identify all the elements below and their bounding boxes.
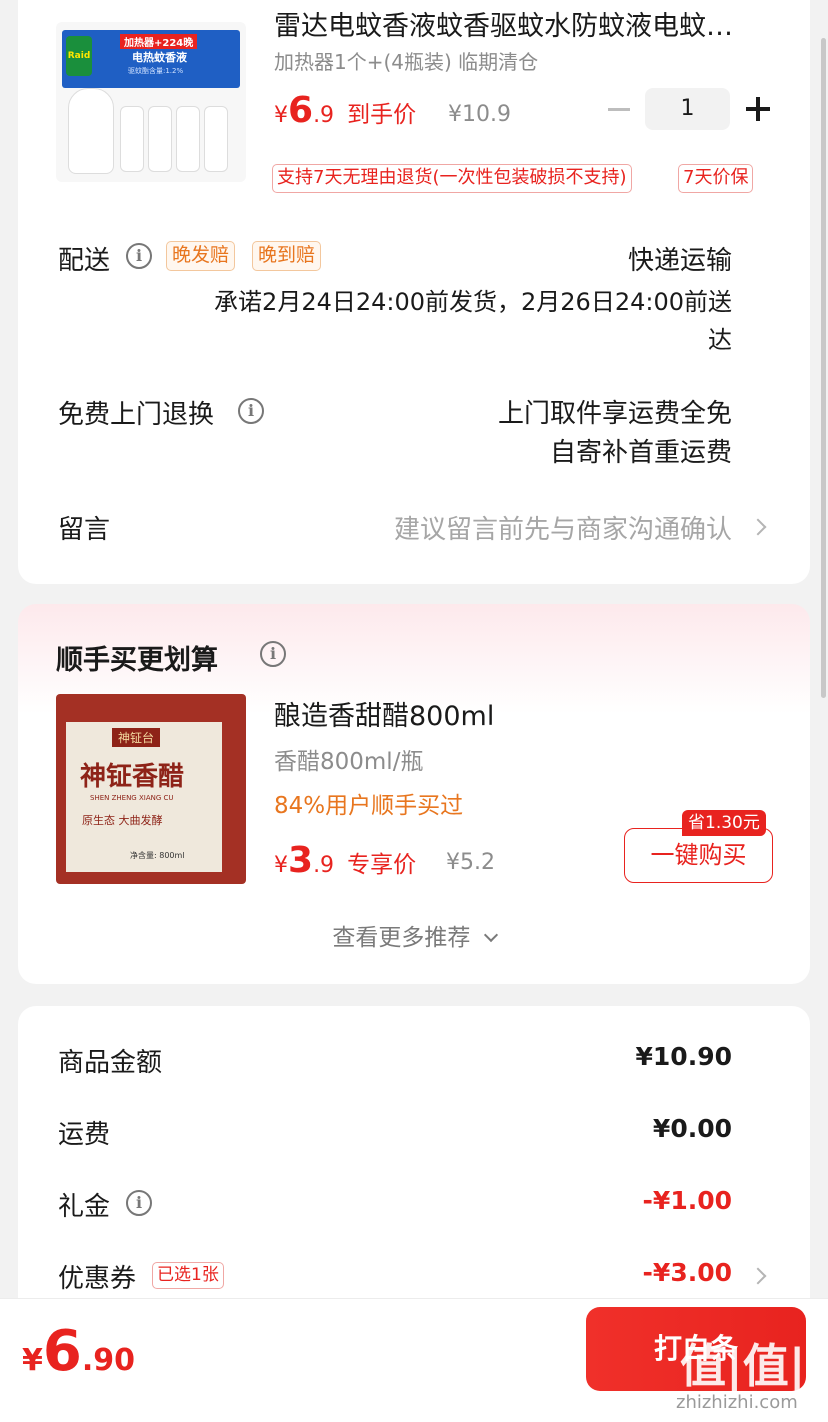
chevron-down-icon [483,927,498,943]
return-service-label: 免费上门退换 [58,400,215,430]
bottle-shape [148,106,172,172]
return-policy-tag: 支持7天无理由退货(一次性包装破损不支持) [272,164,632,193]
price-int: 6 [288,90,314,131]
late-ship-badge: 晚发赔 [166,241,236,271]
shipping-fee-value: ¥0.00 [652,1114,732,1143]
bottle-shape [120,106,144,172]
coupon-selected-badge: 已选1张 [152,1262,224,1289]
recommend-product-stat: 84%用户顺手买过 [274,793,464,819]
info-icon[interactable]: i [260,641,286,667]
label-name: 神钲香醋 [80,762,185,792]
info-icon[interactable]: i [126,1190,152,1216]
delivery-promise-line2: 达 [708,326,732,354]
one-click-buy-button[interactable]: 一键购买 [624,828,773,883]
watermark-logo: 值|值|值 [680,1339,828,1393]
bottle-shape [204,106,228,172]
label-volume: 净含量: 800ml [130,851,185,860]
bottle-shape [176,106,200,172]
info-icon[interactable]: i [126,243,152,269]
total-price: ¥6.90 [22,1319,135,1384]
total-symbol: ¥ [22,1343,43,1378]
plus-icon-vertical [756,97,760,121]
see-more-label: 查看更多推荐 [332,925,471,951]
price-symbol: ¥ [274,103,288,128]
label-panel: 神钲台 神钲香醋 SHEN ZHENG XIANG CU 原生态 大曲发酵 净含… [66,722,222,872]
chevron-right-icon[interactable] [749,1267,767,1285]
price-dec: .9 [313,103,335,128]
original-price: ¥10.9 [448,102,511,127]
label-pinyin: SHEN ZHENG XIANG CU [90,794,174,802]
increase-button[interactable] [746,96,772,122]
message-label: 留言 [58,515,111,545]
price-int: 3 [288,840,314,881]
save-badge: 省1.30元 [682,810,766,836]
label-brand: 神钲台 [112,728,161,747]
delivery-promise-line1: 承诺2月24日24:00前发货，2月26日24:00前送 [214,288,732,316]
heater-shape [68,88,114,174]
brand-logo: Raid [66,36,92,76]
box-subtitle: 电热蚊香液 [132,51,187,64]
total-int: 6 [42,1319,82,1384]
summary-card: 商品金额 ¥10.90 运费 ¥0.00 礼金 i -¥1.00 优惠券 已选1… [18,1006,810,1326]
coupon-label: 优惠券 [58,1264,137,1294]
coupon-value[interactable]: -¥3.00 [643,1258,732,1287]
product-title[interactable]: 雷达电蚊香液蚊香驱蚊水防蚊液电蚊… [274,4,774,43]
recommend-title: 顺手买更划算 [56,645,218,676]
total-dec: .90 [81,1343,135,1378]
price-symbol: ¥ [274,853,288,878]
gift-cash-value: -¥1.00 [642,1186,732,1215]
label-slogan: 原生态 大曲发酵 [82,814,163,827]
goods-amount-value: ¥10.90 [635,1042,732,1071]
box-ingredient: 驱蚊酯含量:1.2% [128,67,184,75]
message-input[interactable]: 建议留言前先与商家沟通确认 [394,509,732,546]
shipping-fee-label: 运费 [58,1120,111,1150]
goods-amount-label: 商品金额 [58,1048,163,1078]
chevron-right-icon [749,518,767,536]
late-arrive-badge: 晚到赔 [252,241,322,271]
recommend-product-image[interactable]: 神钲台 神钲香醋 SHEN ZHENG XIANG CU 原生态 大曲发酵 净含… [56,694,246,884]
box-banner: 加热器+224晚 [120,34,198,49]
recommend-price: ¥3.9 专享价 [274,840,416,881]
recommend-original-price: ¥5.2 [446,850,495,875]
gift-cash-label: 礼金 [58,1192,111,1222]
delivery-label: 配送 [58,246,111,276]
price-label: 专享价 [347,852,417,878]
product-image[interactable]: Raid 加热器+224晚 电热蚊香液 驱蚊酯含量:1.2% [56,22,246,182]
price-label: 到手价 [347,102,417,128]
delivery-method: 快递运输 [627,246,732,276]
scrollbar[interactable] [821,38,826,698]
quantity-input[interactable]: 1 [645,88,730,130]
price-protect-tag: 7天价保 [678,164,754,193]
product-spec[interactable]: 加热器1个+(4瓶装) 临期清仓 [274,46,538,75]
price-dec: .9 [313,853,335,878]
recommend-product-spec: 香醋800ml/瓶 [274,749,424,775]
return-service-line2: 自寄补首重运费 [549,438,732,468]
return-service-line1: 上门取件享运费全免 [497,399,732,429]
watermark-site: zhizhizhi.com [676,1392,798,1413]
see-more-recommend[interactable]: 查看更多推荐 [18,918,810,952]
info-icon[interactable]: i [238,398,264,424]
product-price: ¥6.9 到手价 [274,90,416,131]
product-box-art: Raid 加热器+224晚 电热蚊香液 驱蚊酯含量:1.2% [62,30,240,88]
recommend-product-name[interactable]: 酿造香甜醋800ml [274,694,494,733]
order-card: Raid 加热器+224晚 电热蚊香液 驱蚊酯含量:1.2% 雷达电蚊香液蚊香驱… [18,0,810,584]
recommend-card: 顺手买更划算 i 神钲台 神钲香醋 SHEN ZHENG XIANG CU 原生… [18,604,810,984]
decrease-button[interactable] [608,108,630,111]
